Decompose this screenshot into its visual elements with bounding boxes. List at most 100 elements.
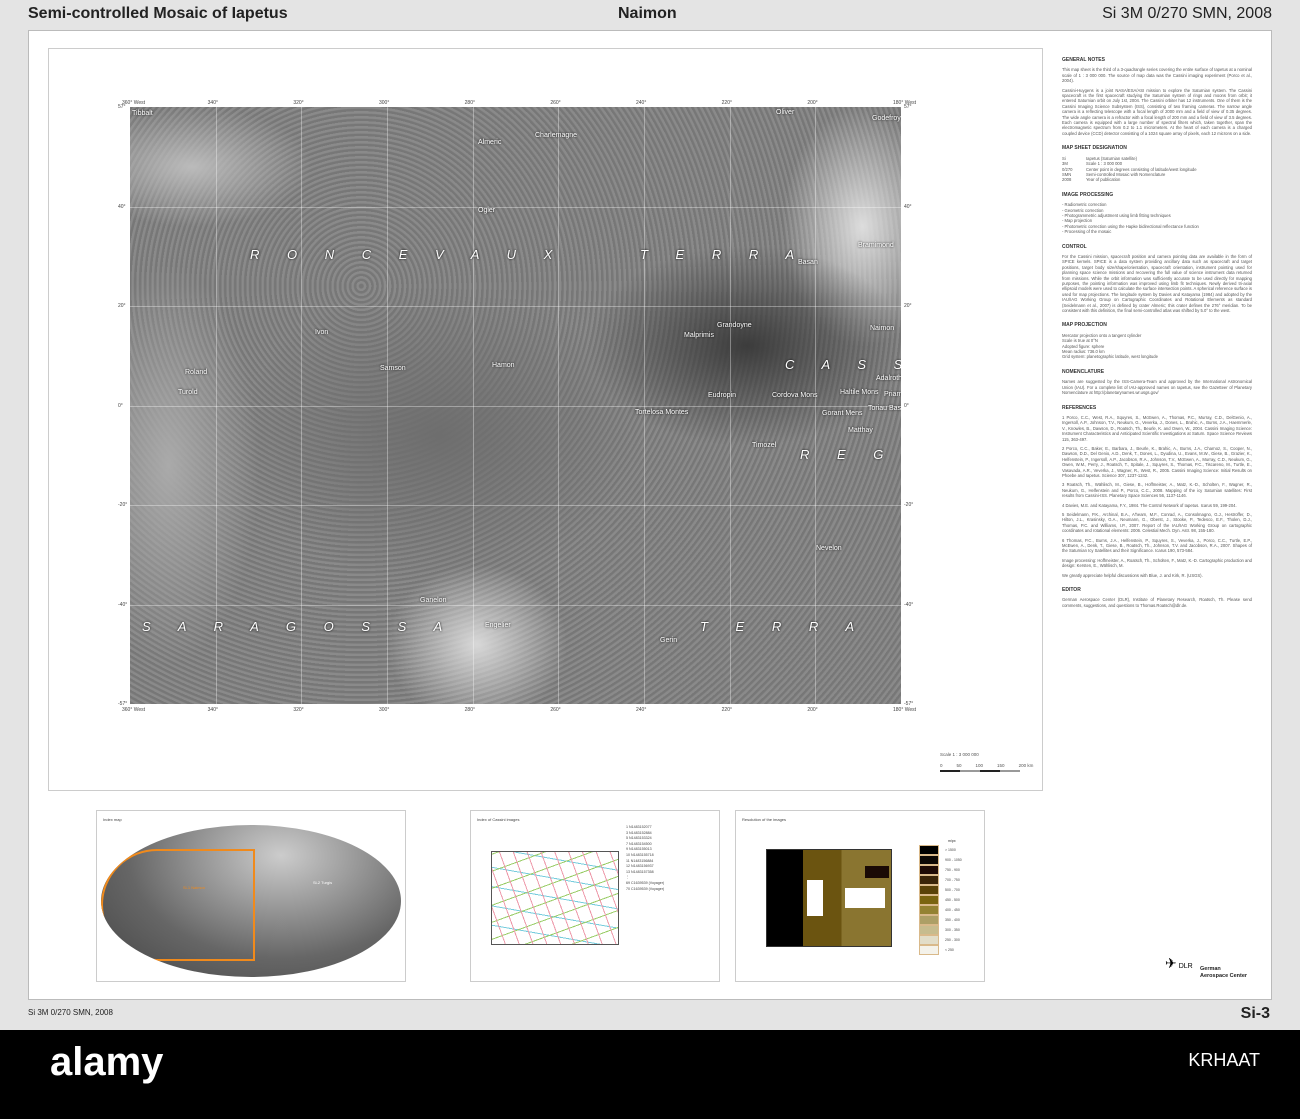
lat-tick-right: 0°: [904, 402, 909, 409]
legend-swatch: [919, 935, 939, 945]
region-label: C A S S I N I: [785, 357, 901, 372]
legend-row: 400 - 450: [919, 905, 962, 915]
legend-row: < 250: [919, 945, 962, 955]
legend-label: 250 - 300: [945, 938, 960, 942]
watermark-band: [0, 1030, 1300, 1119]
lon-tick-bottom: 280°: [464, 707, 475, 713]
feature-label: Gerin: [660, 637, 678, 644]
reference: 1 Porco, C.C., West, R.A., Squyres, S., …: [1062, 414, 1252, 442]
general-notes-1: This map sheet is the third of a 3-quadr…: [1062, 67, 1252, 84]
projection-heading: MAP PROJECTION: [1062, 322, 1107, 329]
feature-label: Nevelon: [816, 545, 842, 552]
index-label-si2: Si-2 Turgis: [313, 880, 333, 885]
cassini-images-title: Index of Cassini images: [477, 817, 520, 822]
lat-tick-left: 20°: [118, 303, 126, 309]
lon-tick-top: 220°: [721, 100, 732, 106]
feature-label: Timozel: [752, 442, 777, 449]
feature-label: Godefroy: [872, 115, 901, 122]
image-entry: 69 C1639539 (Voyager): [626, 880, 665, 885]
lat-tick-right: 20°: [904, 303, 912, 309]
feature-label: Toriau Basile: [868, 405, 901, 412]
lon-tick-top: 200°: [807, 100, 818, 106]
reference: 2 Porco, C.C., Baker, E., Barbara, J., B…: [1062, 445, 1252, 478]
feature-label: Ivon: [315, 329, 329, 336]
region-label: S A R A G O S S A: [142, 619, 455, 634]
lat-tick-right: 40°: [904, 203, 912, 210]
feature-label: Basan: [798, 259, 818, 266]
notes-column: GENERAL NOTES This map sheet is the thir…: [1062, 48, 1252, 612]
reference: 4 Davies, M.E. and Katayama, F.Y., 1984.…: [1062, 502, 1237, 508]
coverage-outline: [101, 849, 255, 961]
lat-tick-left: 40°: [118, 203, 126, 210]
grid-line-lat: [130, 405, 901, 407]
lon-tick-bottom: 240°: [636, 707, 647, 713]
dlr-logo: ✈ DLR: [1165, 955, 1193, 972]
legend-label: 350 - 400: [945, 918, 960, 922]
grid-line-lat: [130, 604, 901, 606]
legend-swatch: [919, 945, 939, 955]
region-label: R O N C E V A U X: [250, 247, 565, 262]
logo-text: German Aerospace Center: [1200, 966, 1247, 980]
lon-tick-bottom: 180° West: [893, 707, 917, 713]
legend-row: 750 - 900: [919, 865, 962, 875]
region-label: T E R R A: [640, 247, 807, 262]
references-heading: REFERENCES: [1062, 404, 1097, 411]
mosaic-map[interactable]: R O N C E V A U X T E R R A C A S S I N I R…: [130, 107, 901, 704]
index-map-title: Index map: [103, 817, 122, 822]
sheet-code: Si 3M 0/270 SMN, 2008: [1102, 5, 1272, 22]
reference: 6 Thomas, P.C., Burns, J.A., Helfenstein…: [1062, 537, 1252, 554]
region-label: R E G I O: [800, 447, 901, 462]
legend-row: 300 - 350: [919, 925, 962, 935]
legend-swatch: [919, 895, 939, 905]
legend-label: 700 - 750: [945, 878, 960, 882]
legend-label: > 1500: [945, 848, 956, 852]
general-notes-heading: GENERAL NOTES: [1062, 57, 1105, 63]
resolution-title: Resolution of the images: [742, 817, 787, 822]
lon-tick-bottom: 320°: [293, 707, 304, 713]
legend-swatch: [919, 885, 939, 895]
designation-desc: Year of publication: [1086, 177, 1121, 183]
watermark-id: KRHAAT: [1188, 1050, 1260, 1070]
legend-row: 250 - 300: [919, 935, 962, 945]
scale-tick: 100: [975, 763, 984, 768]
feature-label: Grandoyne: [717, 322, 752, 329]
feature-label: Ganelon: [420, 597, 447, 604]
legend-swatch: [919, 915, 939, 925]
grid-line-lat: [130, 505, 901, 506]
lon-tick-top: 260°: [550, 100, 561, 106]
lon-tick-bottom: 300°: [379, 707, 390, 713]
feature-label: Adalroth: [876, 375, 901, 382]
lon-tick-top: 300°: [379, 100, 390, 106]
legend-swatch: [919, 855, 939, 865]
lon-tick-top: 320°: [293, 100, 304, 106]
footer-code: Si 3M 0/270 SMN, 2008: [28, 1008, 113, 1017]
sheet-title: Semi-controlled Mosaic of Iapetus: [28, 5, 288, 22]
scale-label: Scale 1 : 3 000 000: [940, 752, 979, 757]
lat-tick-right: -20°: [904, 502, 914, 508]
feature-label: Roland: [185, 369, 208, 376]
designation-row: 2008 Year of publication: [1062, 177, 1252, 182]
resolution-unit: m/px: [948, 839, 956, 843]
lon-tick-top: 240°: [636, 100, 647, 106]
lon-tick-bottom: 220°: [721, 707, 732, 713]
feature-label: Cordova Mons: [772, 392, 818, 399]
processing-heading: IMAGE PROCESSING: [1062, 191, 1114, 198]
reference: 3 Roatsch, Th., Wählisch, M., Giese, B.,…: [1062, 482, 1252, 499]
grid-line-lat: [130, 306, 901, 307]
feature-label: Matthay: [848, 427, 873, 434]
scale-bar: Scale 1 : 3 000 000 0 50 100 150 200 km: [940, 752, 1033, 772]
reference: 5 Seidelmann, P.K., Archinal, B.A., A'he…: [1062, 512, 1252, 534]
feature-label: Almeric: [478, 139, 502, 146]
lat-tick-right: -57°: [904, 701, 914, 707]
dlr-logo-icon: ✈: [1165, 955, 1177, 971]
sheet-name: Naimon: [618, 5, 677, 22]
lat-tick-left: -57°: [118, 701, 128, 707]
resolution-panel: Resolution of the images m/px > 1500 900 …: [735, 810, 985, 982]
lon-tick-top: 280°: [464, 100, 475, 106]
lon-tick-bottom: 260°: [550, 707, 561, 713]
legend-label: < 250: [945, 948, 954, 952]
nomenclature-heading: NOMENCLATURE: [1062, 368, 1105, 375]
feature-label: Oliver: [776, 109, 795, 116]
legend-row: 450 - 500: [919, 895, 962, 905]
legend-swatch: [919, 905, 939, 915]
